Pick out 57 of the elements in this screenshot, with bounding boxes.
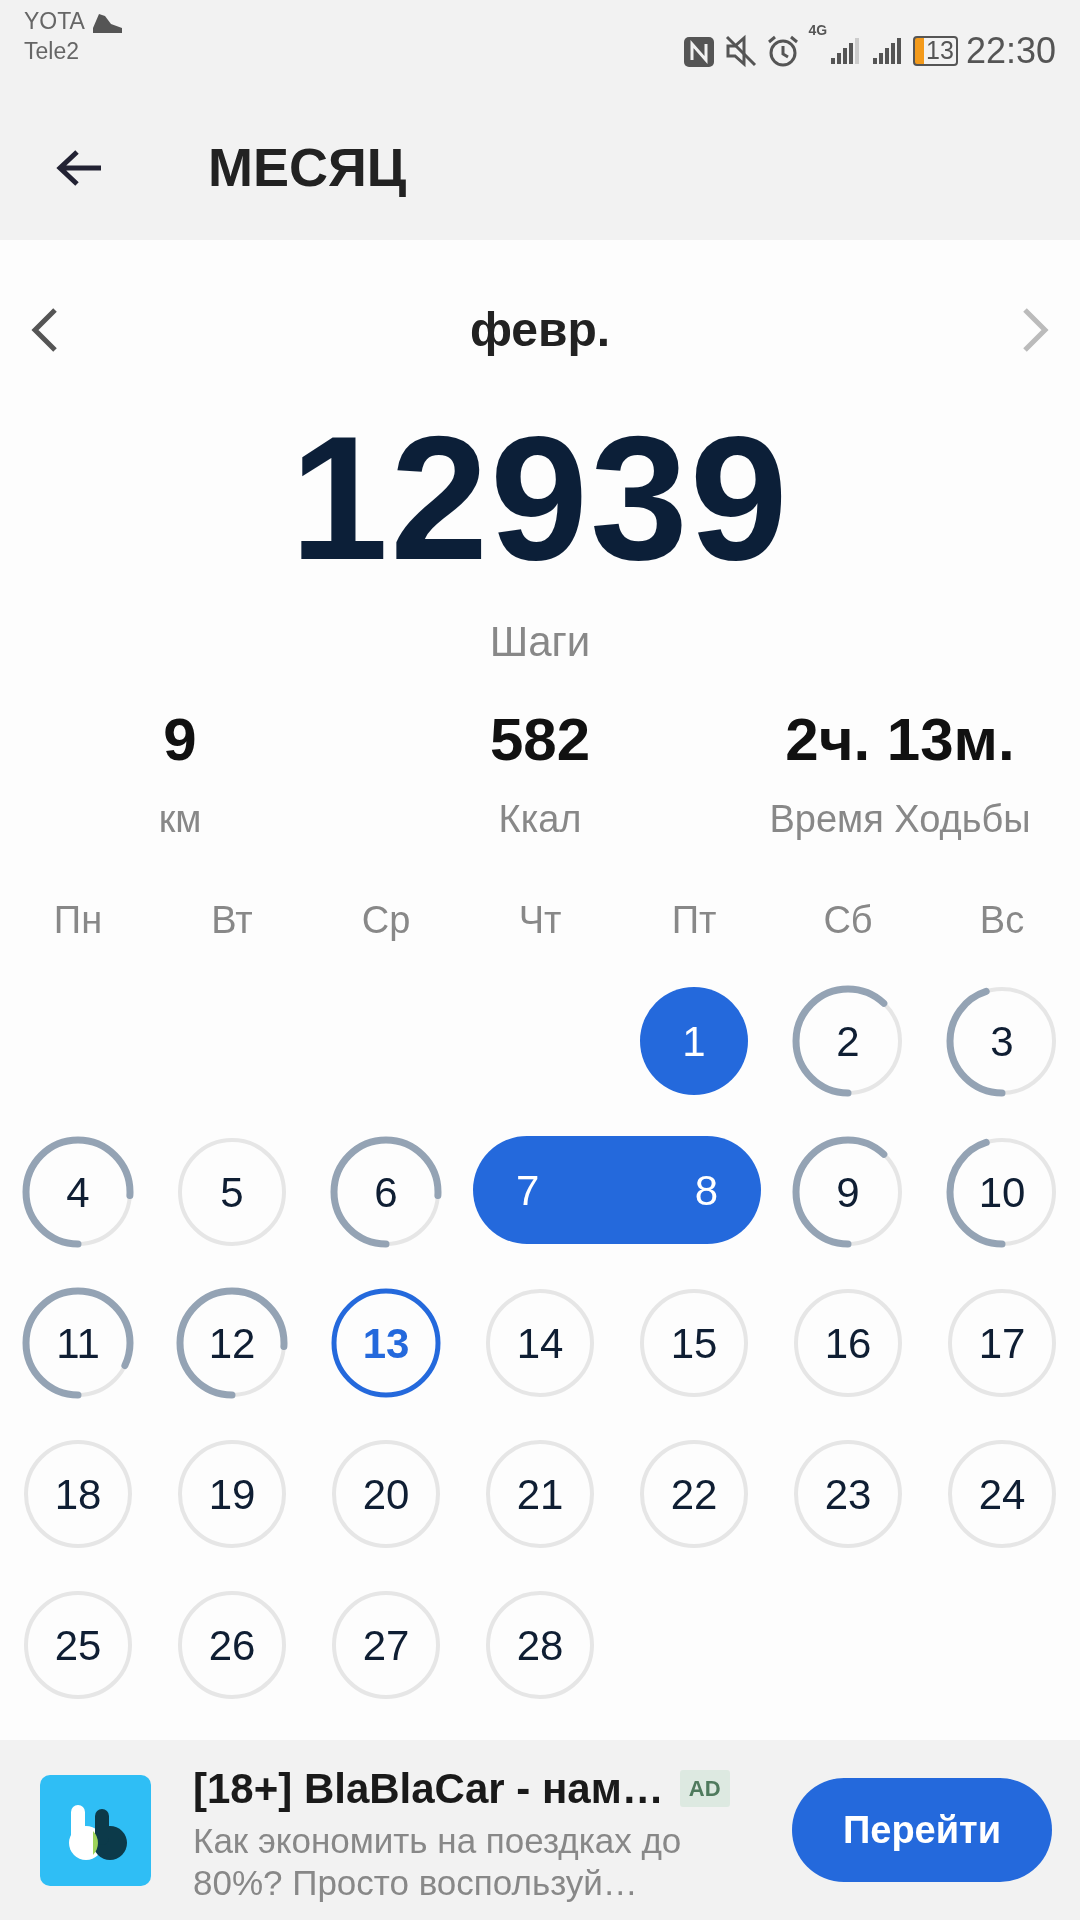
stat-value: 9 xyxy=(163,705,197,775)
day-button[interactable]: 13 xyxy=(330,1287,442,1399)
stat-label: км xyxy=(158,797,202,842)
day-button[interactable]: 9 xyxy=(792,1136,904,1248)
mute-icon xyxy=(724,33,759,68)
battery-indicator: 13 xyxy=(913,35,958,66)
selected-days-pill[interactable]: 7 8 xyxy=(473,1136,761,1244)
alarm-icon xyxy=(766,33,801,68)
stat-label: Ккал xyxy=(498,797,582,842)
back-button[interactable] xyxy=(55,147,103,188)
screen-title: МЕСЯЦ xyxy=(208,136,407,199)
day-button[interactable]: 10 xyxy=(946,1136,1058,1248)
day-button[interactable]: 28 xyxy=(484,1589,596,1701)
day-button[interactable]: 3 xyxy=(946,985,1058,1097)
steps-label: Шаги xyxy=(489,617,591,667)
weekday-label: Пн xyxy=(52,898,104,943)
ad-badge: AD xyxy=(679,1769,730,1807)
weekday-label: Пт xyxy=(670,898,718,943)
day-button[interactable]: 25 xyxy=(22,1589,134,1701)
day-button[interactable]: 19 xyxy=(176,1438,288,1550)
day-button[interactable]: 18 xyxy=(22,1438,134,1550)
step-count: 12939 xyxy=(290,410,790,586)
weekday-label: Вс xyxy=(978,898,1026,943)
day-button[interactable]: 22 xyxy=(638,1438,750,1550)
app-logo-icon xyxy=(38,1772,153,1888)
weekday-label: Ср xyxy=(360,898,412,943)
day-button[interactable]: 27 xyxy=(330,1589,442,1701)
day-button[interactable]: 6 xyxy=(330,1136,442,1248)
carrier-name: Tele2 xyxy=(24,37,80,66)
day-button[interactable]: 11 xyxy=(22,1287,134,1399)
month-label: февр. xyxy=(469,302,611,358)
day-button[interactable]: 16 xyxy=(792,1287,904,1399)
stat-label: Время Ходьбы xyxy=(769,797,1031,842)
day-button[interactable]: 14 xyxy=(484,1287,596,1399)
status-time: 22:30 xyxy=(965,28,1056,73)
weekday-label: Чт xyxy=(517,898,563,943)
day-button[interactable]: 5 xyxy=(176,1136,288,1248)
stat-value: 2ч. 13м. xyxy=(785,705,1015,775)
day-button[interactable]: 26 xyxy=(176,1589,288,1701)
weekday-label: Сб xyxy=(822,898,874,943)
day-button[interactable]: 4 xyxy=(22,1136,134,1248)
weekday-label: Вт xyxy=(210,898,254,943)
day-button[interactable]: 1 xyxy=(640,987,748,1095)
carrier-name: YOTA xyxy=(24,7,85,36)
ad-text: Как экономить на поездках до 80%? Просто воспользуй… xyxy=(193,1819,683,1904)
day-button[interactable]: 23 xyxy=(792,1438,904,1550)
network-label: 4G xyxy=(808,21,828,40)
day-button[interactable]: 12 xyxy=(176,1287,288,1399)
day-button[interactable]: 24 xyxy=(946,1438,1058,1550)
ad-title: [18+] BlaBlaCar - нам… xyxy=(193,1763,664,1814)
go-button[interactable]: Перейти xyxy=(792,1778,1052,1882)
day-button[interactable]: 15 xyxy=(638,1287,750,1399)
day-button[interactable]: 2 xyxy=(792,985,904,1097)
day-button[interactable]: 20 xyxy=(330,1438,442,1550)
day-button[interactable]: 17 xyxy=(946,1287,1058,1399)
day-button[interactable]: 21 xyxy=(484,1438,596,1550)
stat-value: 582 xyxy=(489,705,591,775)
